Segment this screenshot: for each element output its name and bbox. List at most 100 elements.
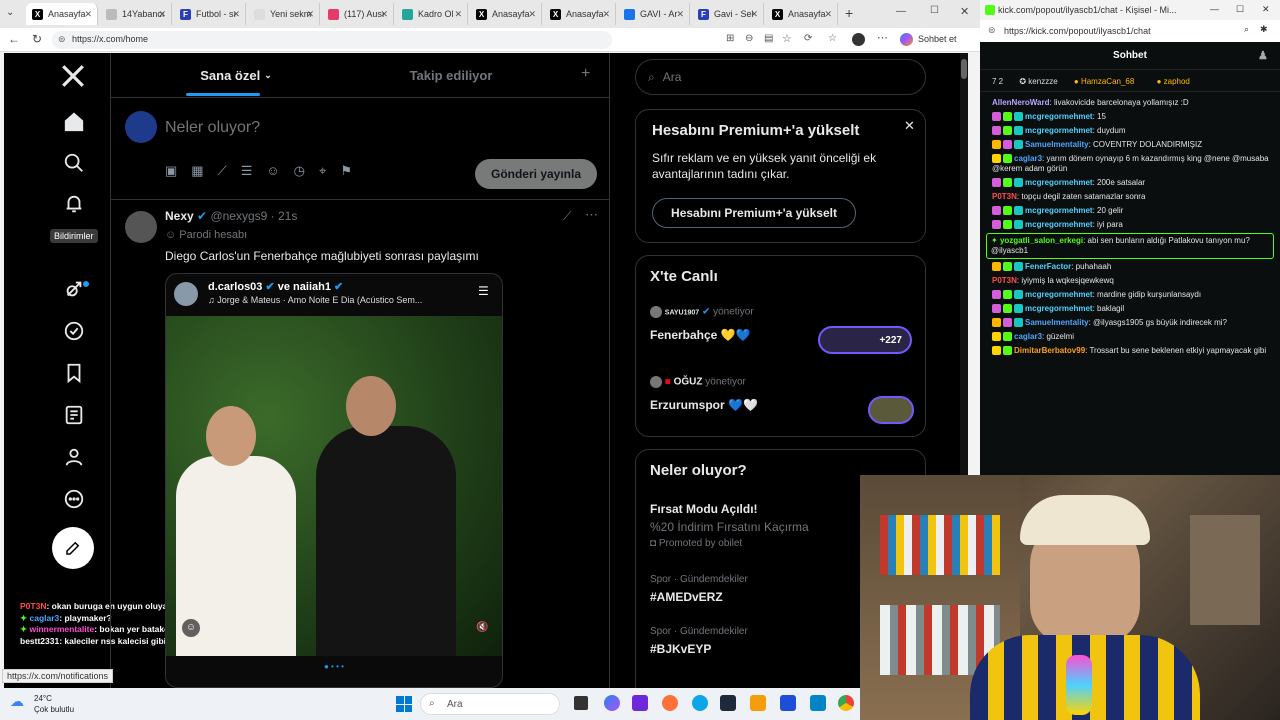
taskbar-search[interactable]: ⌕ Ara: [420, 693, 560, 715]
lists-icon[interactable]: [56, 397, 92, 433]
grok-icon[interactable]: [56, 271, 92, 307]
chat-username[interactable]: FenerFactor: [1025, 262, 1071, 271]
close-icon[interactable]: ✕: [750, 9, 758, 20]
search-icon[interactable]: [56, 145, 92, 181]
refresh-icon[interactable]: ↻: [32, 32, 42, 46]
store-icon[interactable]: [780, 695, 796, 711]
tab-9[interactable]: GAVI - Ar ✕: [618, 3, 690, 25]
menu-icon[interactable]: ☰: [478, 284, 489, 298]
leaderboard-user[interactable]: ✪ kenzzze: [1019, 77, 1057, 86]
search-box[interactable]: ⌕ Ara: [635, 59, 926, 95]
tweet-media[interactable]: d.carlos03 ✔ ve naiiah1 ✔ ♫ Jorge & Mate…: [165, 273, 503, 688]
new-tab-button[interactable]: +: [845, 5, 853, 21]
firefox-icon[interactable]: [662, 695, 678, 711]
media-icon[interactable]: ▣: [165, 163, 177, 179]
tweet-author-name[interactable]: Nexy: [165, 209, 194, 223]
grok-icon[interactable]: ⟋: [218, 163, 227, 179]
grok-icon[interactable]: ⟋: [563, 209, 571, 224]
profile-avatar[interactable]: [852, 33, 865, 46]
weather-icon[interactable]: ☁: [10, 693, 24, 710]
live-listeners[interactable]: [868, 396, 914, 424]
chat-username[interactable]: AllenNeroWard: [992, 98, 1050, 107]
teams-icon[interactable]: [632, 695, 648, 711]
tab-3[interactable]: F Futbol - sı ✕: [174, 3, 246, 25]
bell-icon[interactable]: [56, 186, 92, 222]
chat-username[interactable]: P0T3N: [992, 276, 1017, 285]
maximize-button[interactable]: ☐: [930, 5, 939, 16]
mute-icon[interactable]: 🔇: [476, 622, 488, 633]
chat-username[interactable]: Samuelmentality: [1025, 140, 1089, 149]
chat-username[interactable]: caglar3: [1014, 154, 1042, 163]
emoji-icon[interactable]: ☺: [266, 163, 279, 179]
close-icon[interactable]: ✕: [602, 9, 610, 20]
trend-tag[interactable]: #BJKvEYP: [650, 642, 711, 656]
app-available-icon[interactable]: ⊞: [726, 33, 734, 44]
tab-4[interactable]: Yeni sekm ✕: [248, 3, 320, 25]
live-space-title[interactable]: Erzurumspor 💙🤍: [650, 398, 758, 412]
file-explorer-icon[interactable]: [750, 695, 766, 711]
close-icon[interactable]: ✕: [676, 9, 684, 20]
live-space-title[interactable]: Fenerbahçe 💛💙: [650, 328, 751, 342]
close-icon[interactable]: ✕: [232, 9, 240, 20]
gif-icon[interactable]: ▦: [191, 163, 203, 179]
tab-list-chevron-icon[interactable]: ⌄: [6, 7, 14, 18]
flag-icon[interactable]: ⚑: [340, 163, 352, 179]
chat-username[interactable]: mcgregormehmet: [1025, 206, 1093, 215]
close-icon[interactable]: ✕: [824, 9, 832, 20]
close-icon[interactable]: ✕: [84, 9, 92, 20]
tab-1[interactable]: X Anasayfa ✕: [26, 3, 98, 25]
close-icon[interactable]: ✕: [454, 9, 462, 20]
back-icon[interactable]: ←: [8, 32, 20, 46]
avatar[interactable]: [125, 111, 157, 143]
chat-address-bar[interactable]: ⊜ https://kick.com/popout/ilyascb1/chat …: [980, 20, 1280, 42]
copilot-button-label[interactable]: Sohbet et: [918, 34, 957, 44]
tab-2[interactable]: 14Yabancı ✕: [100, 3, 172, 25]
chat-username[interactable]: mcgregormehmet: [1025, 178, 1093, 187]
more-menu-icon[interactable]: ⋯: [877, 31, 888, 44]
copilot-icon[interactable]: [604, 695, 620, 711]
tab-10[interactable]: F Gavi - Sel ✕: [692, 3, 764, 25]
tab-11[interactable]: X Anasayfa ✕: [766, 3, 838, 25]
tweet-time[interactable]: · 21s: [271, 209, 298, 223]
users-icon[interactable]: ♟: [1258, 49, 1268, 62]
tab-7[interactable]: X Anasayfa ✕: [470, 3, 542, 25]
url-input[interactable]: ⊜ https://x.com/home: [52, 31, 612, 49]
close-icon[interactable]: ✕: [158, 9, 166, 20]
poll-icon[interactable]: ☰: [241, 163, 253, 179]
tab-8[interactable]: X Anasayfa ✕: [544, 3, 616, 25]
post-button[interactable]: Gönderi yayınla: [475, 159, 597, 189]
chat-username[interactable]: mcgregormehmet: [1025, 112, 1093, 121]
trend-tag[interactable]: #AMEDvERZ: [650, 590, 723, 604]
schedule-icon[interactable]: ◷: [294, 163, 305, 179]
home-icon[interactable]: [56, 104, 92, 140]
task-view-icon[interactable]: [574, 696, 588, 710]
add-feed-button[interactable]: +: [581, 65, 590, 83]
leaderboard-user[interactable]: ● HamzaCan_68: [1074, 77, 1134, 86]
favorite-star-icon[interactable]: ☆: [782, 32, 792, 45]
close-icon[interactable]: ✕: [528, 9, 536, 20]
composer-input[interactable]: Neler oluyor?: [165, 119, 465, 141]
close-icon[interactable]: ✕: [904, 118, 915, 134]
chat-username[interactable]: Samuelmentality: [1025, 318, 1089, 327]
chrome-icon[interactable]: [838, 695, 854, 711]
x-logo-icon[interactable]: [60, 63, 88, 91]
tab-following[interactable]: Takip ediliyor: [361, 53, 541, 97]
chat-username[interactable]: P0T3N: [992, 192, 1017, 201]
window-close-button[interactable]: ✕: [1262, 4, 1270, 15]
more-icon[interactable]: [56, 481, 92, 517]
maximize-button[interactable]: ☐: [1236, 4, 1244, 15]
chat-username[interactable]: yozgatli_salon_erkegi: [1000, 236, 1083, 245]
live-listeners[interactable]: +227: [818, 326, 912, 354]
start-button[interactable]: [396, 696, 412, 712]
edge-icon[interactable]: [692, 695, 708, 711]
favorites-icon[interactable]: ☆: [828, 33, 837, 44]
location-icon[interactable]: ⌖: [319, 163, 326, 179]
app-icon[interactable]: [720, 695, 736, 711]
scrollbar-thumb[interactable]: [961, 59, 967, 79]
profile-icon[interactable]: [56, 439, 92, 475]
site-info-icon[interactable]: ⊜: [58, 34, 66, 45]
minimize-button[interactable]: —: [1210, 4, 1219, 14]
close-icon[interactable]: ✕: [380, 9, 388, 20]
compose-post-button[interactable]: [52, 527, 94, 569]
chat-username[interactable]: mcgregormehmet: [1025, 304, 1093, 313]
